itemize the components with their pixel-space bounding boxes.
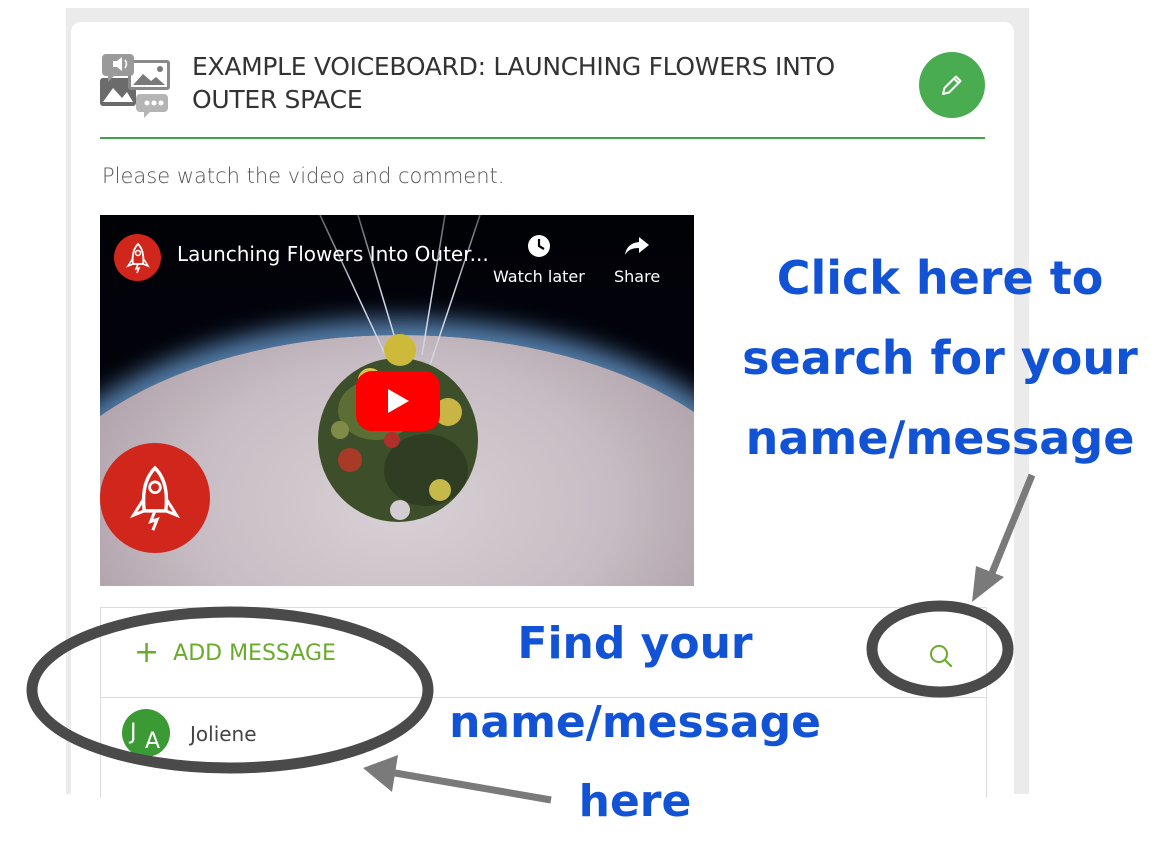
add-message-label: ADD MESSAGE: [173, 640, 336, 666]
voiceboard-description: Please watch the video and comment.: [102, 164, 505, 188]
rocket-icon: [125, 242, 150, 273]
share-arrow-icon: [625, 237, 650, 255]
clock-icon: [527, 235, 550, 257]
search-hint-line: Click here to: [776, 251, 1104, 305]
voiceboard-media-icon: [100, 54, 170, 118]
find-hint-line: here: [578, 776, 692, 827]
avatar-initial-first: J: [130, 720, 137, 745]
avatar-initial-second: A: [145, 729, 161, 754]
header-divider: [100, 137, 985, 139]
watch-later-label: Watch later: [493, 267, 585, 286]
search-hint-annotation: Click here to search for your name/messa…: [735, 238, 1145, 478]
pencil-icon: [942, 75, 962, 95]
find-hint-line: name/message: [449, 697, 821, 748]
message-author[interactable]: Joliene: [190, 722, 257, 746]
search-hint-line: search for your: [742, 331, 1138, 385]
video-player[interactable]: Launching Flowers Into Outer... Watch la…: [100, 215, 694, 586]
plus-icon: +: [134, 635, 160, 670]
share-label: Share: [614, 267, 661, 286]
find-hint-line: Find your: [517, 618, 753, 669]
search-hint-line: name/message: [745, 411, 1135, 465]
find-hint-annotation: Find your name/message here: [430, 604, 840, 841]
search-button[interactable]: [919, 634, 963, 678]
channel-logo[interactable]: [114, 234, 161, 281]
play-button[interactable]: [356, 371, 440, 431]
edit-button[interactable]: [919, 52, 985, 118]
avatar[interactable]: J A: [122, 709, 170, 757]
watch-later-button[interactable]: Watch later: [493, 233, 585, 286]
add-message-button[interactable]: + ADD MESSAGE: [134, 638, 336, 668]
rocket-icon: [129, 465, 181, 531]
video-title[interactable]: Launching Flowers Into Outer...: [177, 242, 489, 266]
search-icon: [930, 645, 953, 668]
share-button[interactable]: Share: [614, 233, 660, 286]
play-icon: [388, 389, 409, 413]
channel-watermark-logo: [100, 443, 210, 553]
voiceboard-title: EXAMPLE VOICEBOARD: LAUNCHING FLOWERS IN…: [192, 52, 835, 114]
